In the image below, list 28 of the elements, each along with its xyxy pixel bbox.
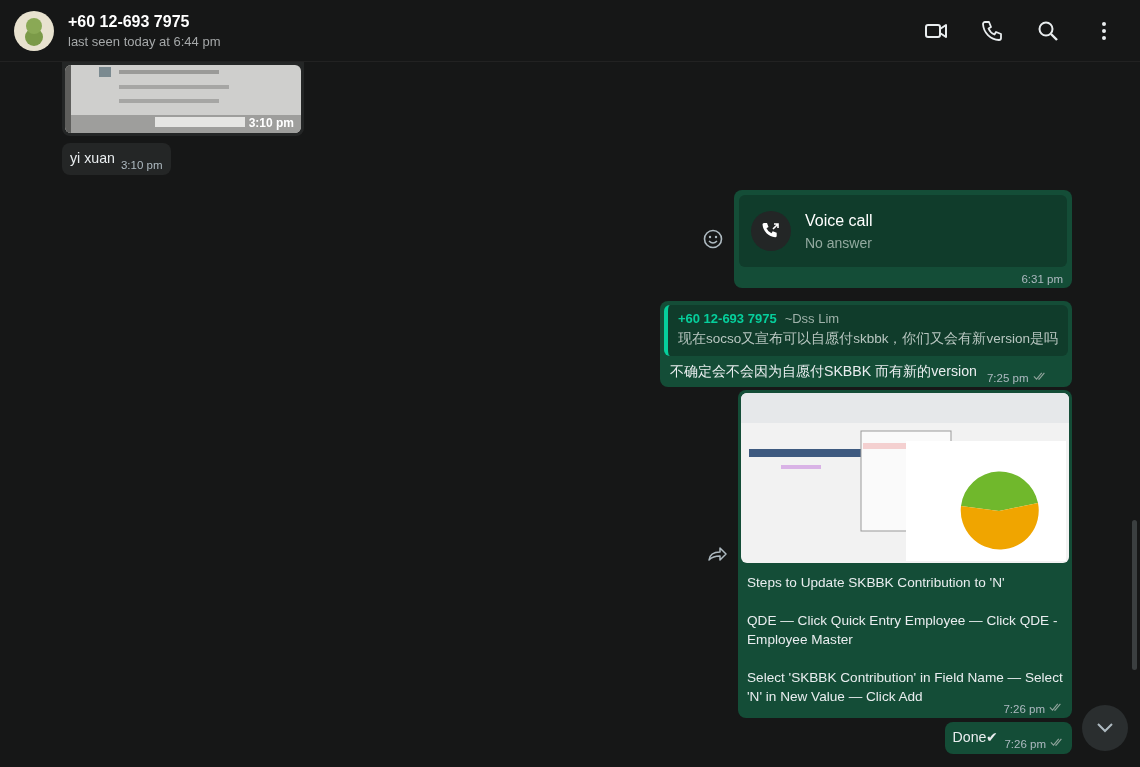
message-time: 6:31 pm	[1021, 273, 1063, 285]
message-text: Done✔	[952, 728, 999, 747]
quote-sender-name: ~Dss Lim	[784, 311, 840, 326]
caption-paragraph: Select 'SKBBK Contribution' in Field Name — Select 'N' in New Value — Click Add	[747, 669, 1063, 705]
chevron-down-icon	[1096, 722, 1114, 734]
caption-paragraph: QDE — Click Quick Entry Employee — Click QDE - Employee Master	[747, 612, 1059, 649]
last-seen-status: last seen today at 6:44 pm	[68, 33, 222, 49]
reply-message[interactable]: +60 12-693 7975 ~Dss Lim 现在socso又宣布可以自愿付skbbk，你们又会有新version是吗 不确定会不会因为自愿付SKBBK 而有新的version 7:25 pm	[659, 301, 1072, 387]
call-message[interactable]: Voice call No answer 6:31 pm	[734, 190, 1072, 288]
message-time: 7:25 pm	[986, 371, 1029, 384]
message-time: 3:10 pm	[248, 116, 294, 130]
contact-name: +60 12-693 7975	[68, 12, 191, 31]
image-message[interactable]: Steps to Update SKBBK Contribution to 'N' QDE — Click Quick Entry Employee — Click QDE - Employee Master Select 'SKBBK Contribution' in Field Name — Select 'N' in New Value — Click Add 7:26 pm	[738, 390, 1072, 718]
call-status: No answer	[805, 234, 873, 251]
message-time: 3:10 pm	[120, 159, 163, 171]
message-time: 7:26 pm	[1004, 737, 1046, 750]
message-text: 不确定会不会因为自愿付SKBBK 而有新的version	[669, 362, 977, 381]
message-text: yi xuan	[70, 149, 115, 168]
quoted-message[interactable]: +60 12-693 7975 ~Dss Lim 现在socso又宣布可以自愿付skbbk，你们又会有新version是吗	[663, 305, 1068, 356]
scroll-down-button[interactable]	[1082, 705, 1128, 751]
emoji-icon[interactable]	[702, 228, 724, 250]
phone-icon[interactable]	[980, 18, 1004, 43]
message-time: 7:26 pm	[1003, 702, 1045, 715]
call-title: Voice call	[805, 211, 873, 230]
quote-author: +60 12-693 7975	[677, 311, 777, 326]
contact-avatar[interactable]	[14, 10, 54, 51]
caption-paragraph: Steps to Update SKBBK Contribution to 'N'	[747, 574, 1006, 592]
quoted-text: 现在socso又宣布可以自愿付skbbk，你们又会有新version是吗	[677, 330, 1058, 348]
